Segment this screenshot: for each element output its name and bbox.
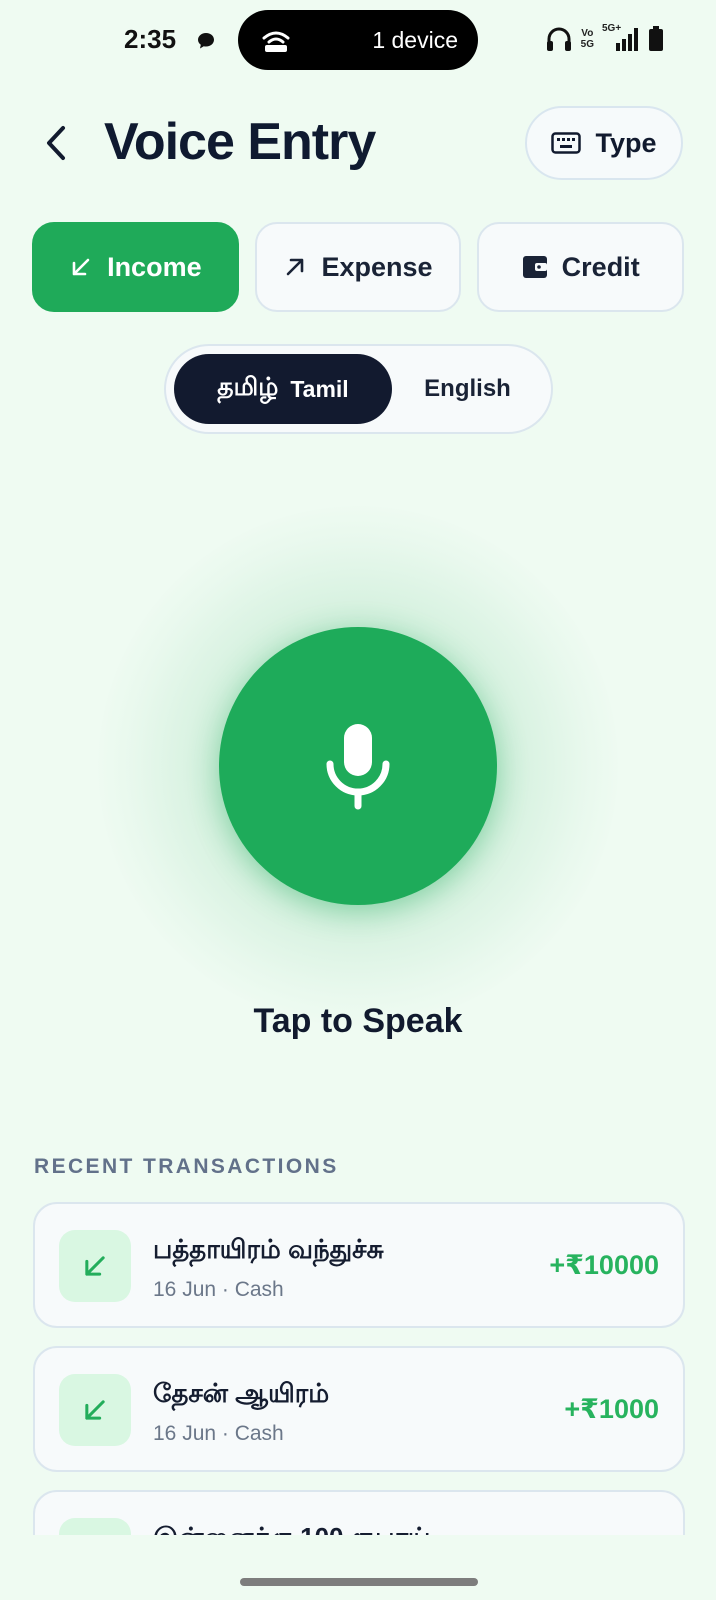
arrow-down-left-icon xyxy=(85,1400,105,1420)
english-label: English xyxy=(424,375,511,402)
voice-entry-screen: 2:35 1 device Vo 5G 5G+ Voice Entry Type… xyxy=(0,0,716,1600)
income-badge xyxy=(59,1374,131,1446)
tab-credit[interactable]: Credit xyxy=(477,222,685,312)
page-title: Voice Entry xyxy=(104,113,376,171)
status-time: 2:35 xyxy=(124,24,177,54)
tamil-latin-label: Tamil xyxy=(290,375,349,402)
transaction-row[interactable]: பத்தாயிரம் வந்துச்சு 16 Jun · Cash +₹100… xyxy=(33,1202,685,1328)
tamil-native-label: தமிழ் xyxy=(217,373,279,401)
language-option-english[interactable]: English xyxy=(392,354,543,424)
language-option-tamil[interactable]: தமிழ் Tamil xyxy=(174,354,392,424)
connected-devices-label: 1 device xyxy=(372,27,458,53)
transaction-type-tabs: Income Expense Credit xyxy=(32,222,685,312)
signal-group: 5G+ xyxy=(602,23,640,53)
battery-icon xyxy=(649,26,663,51)
microphone-icon xyxy=(326,724,390,810)
transaction-row[interactable]: தேசன் ஆயிரம் 16 Jun · Cash +₹1000 xyxy=(33,1346,685,1472)
transaction-amount: +₹1000 xyxy=(564,1394,659,1424)
arrow-down-left-icon xyxy=(85,1256,105,1276)
tab-expense[interactable]: Expense xyxy=(254,222,462,312)
language-toggle: தமிழ் Tamil English xyxy=(164,344,553,434)
hotspot-icon xyxy=(262,31,290,52)
tab-income[interactable]: Income xyxy=(32,222,239,312)
arrow-down-left-icon xyxy=(72,258,90,276)
transaction-title: பத்தாயிரம் வந்துச்சு xyxy=(153,1234,384,1264)
transaction-title: தேசன் ஆயிரம் xyxy=(153,1378,330,1408)
arrow-up-right-icon xyxy=(287,258,304,276)
chat-bubble-icon xyxy=(198,33,214,49)
network-type-label: 5G+ xyxy=(602,23,622,34)
type-entry-button[interactable]: Type xyxy=(525,106,683,180)
income-badge xyxy=(59,1230,131,1302)
home-indicator[interactable] xyxy=(240,1578,478,1586)
transaction-meta: 16 Jun · Cash xyxy=(153,1278,284,1301)
type-button-label: Type xyxy=(595,127,657,158)
tap-to-speak-label: Tap to Speak xyxy=(253,1002,463,1040)
status-bar: 2:35 1 device Vo 5G 5G+ xyxy=(0,0,716,80)
volte-indicator: Vo 5G xyxy=(580,28,594,50)
recent-transactions-title: RECENT TRANSACTIONS xyxy=(34,1155,339,1178)
status-icons: Vo 5G 5G+ xyxy=(545,23,664,54)
transaction-title: இன்னைக்கு 100 ரூபாய் xyxy=(153,1522,430,1535)
transaction-row[interactable]: இன்னைக்கு 100 ரூபாய் xyxy=(33,1490,685,1535)
keyboard-icon xyxy=(551,132,582,154)
back-button[interactable] xyxy=(36,118,76,168)
headphones-icon xyxy=(546,27,571,51)
chevron-left-icon xyxy=(47,126,65,160)
dynamic-island[interactable]: 1 device xyxy=(238,10,478,70)
wallet-icon xyxy=(522,256,547,278)
transaction-list: பத்தாயிரம் வந்துச்சு 16 Jun · Cash +₹100… xyxy=(33,1202,685,1535)
transaction-amount: +₹10000 xyxy=(549,1250,659,1280)
income-badge xyxy=(59,1518,131,1535)
transaction-meta: 16 Jun · Cash xyxy=(153,1422,284,1445)
mic-button[interactable] xyxy=(219,627,497,905)
